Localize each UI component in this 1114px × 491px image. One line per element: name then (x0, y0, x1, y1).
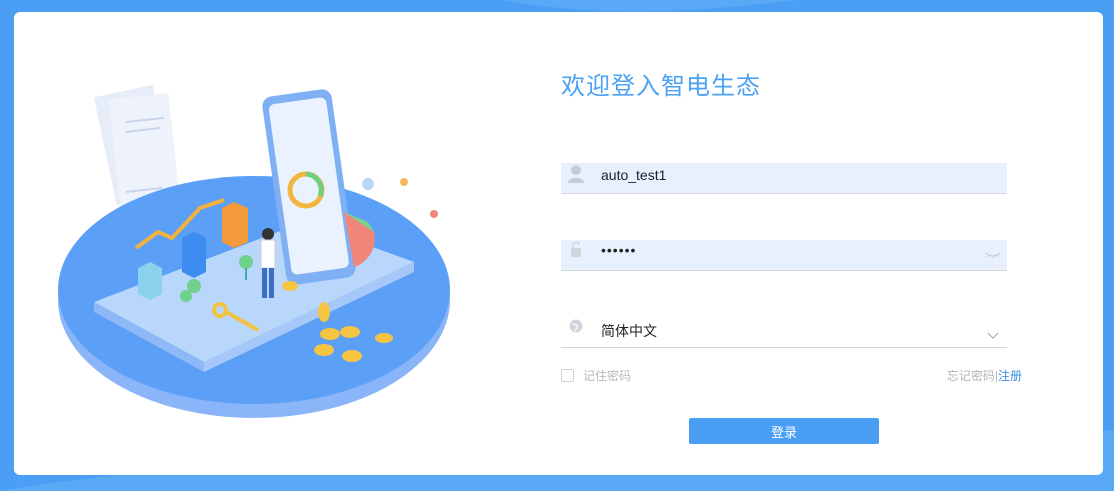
user-icon (568, 165, 584, 183)
forgot-password-link[interactable]: 忘记密码 (947, 369, 995, 383)
username-value: auto_test1 (601, 167, 667, 183)
language-select[interactable]: 简体中文 (561, 317, 1007, 348)
globe-icon (569, 319, 583, 333)
login-button[interactable]: 登录 (689, 418, 879, 444)
login-card: 欢迎登入智电生态 auto_test1 •••••• 简体中文 记住密码 忘记密… (14, 12, 1103, 475)
remember-checkbox[interactable] (561, 368, 574, 382)
remember-password[interactable]: 记住密码 (561, 367, 631, 383)
remember-label: 记住密码 (583, 368, 632, 383)
language-value: 简体中文 (601, 323, 657, 339)
account-links: 忘记密码|注册 (947, 367, 1022, 384)
chevron-down-icon[interactable] (985, 329, 1001, 343)
illustration (58, 84, 450, 418)
password-field[interactable]: •••••• (561, 240, 1007, 271)
username-field[interactable]: auto_test1 (561, 163, 1007, 194)
password-value: •••••• (601, 242, 637, 258)
lock-icon (571, 241, 581, 257)
eye-closed-icon[interactable] (985, 247, 1001, 261)
login-form: 欢迎登入智电生态 auto_test1 •••••• 简体中文 记住密码 忘记密… (561, 12, 1061, 475)
page-title: 欢迎登入智电生态 (561, 73, 761, 100)
register-link[interactable]: 注册 (998, 369, 1022, 383)
